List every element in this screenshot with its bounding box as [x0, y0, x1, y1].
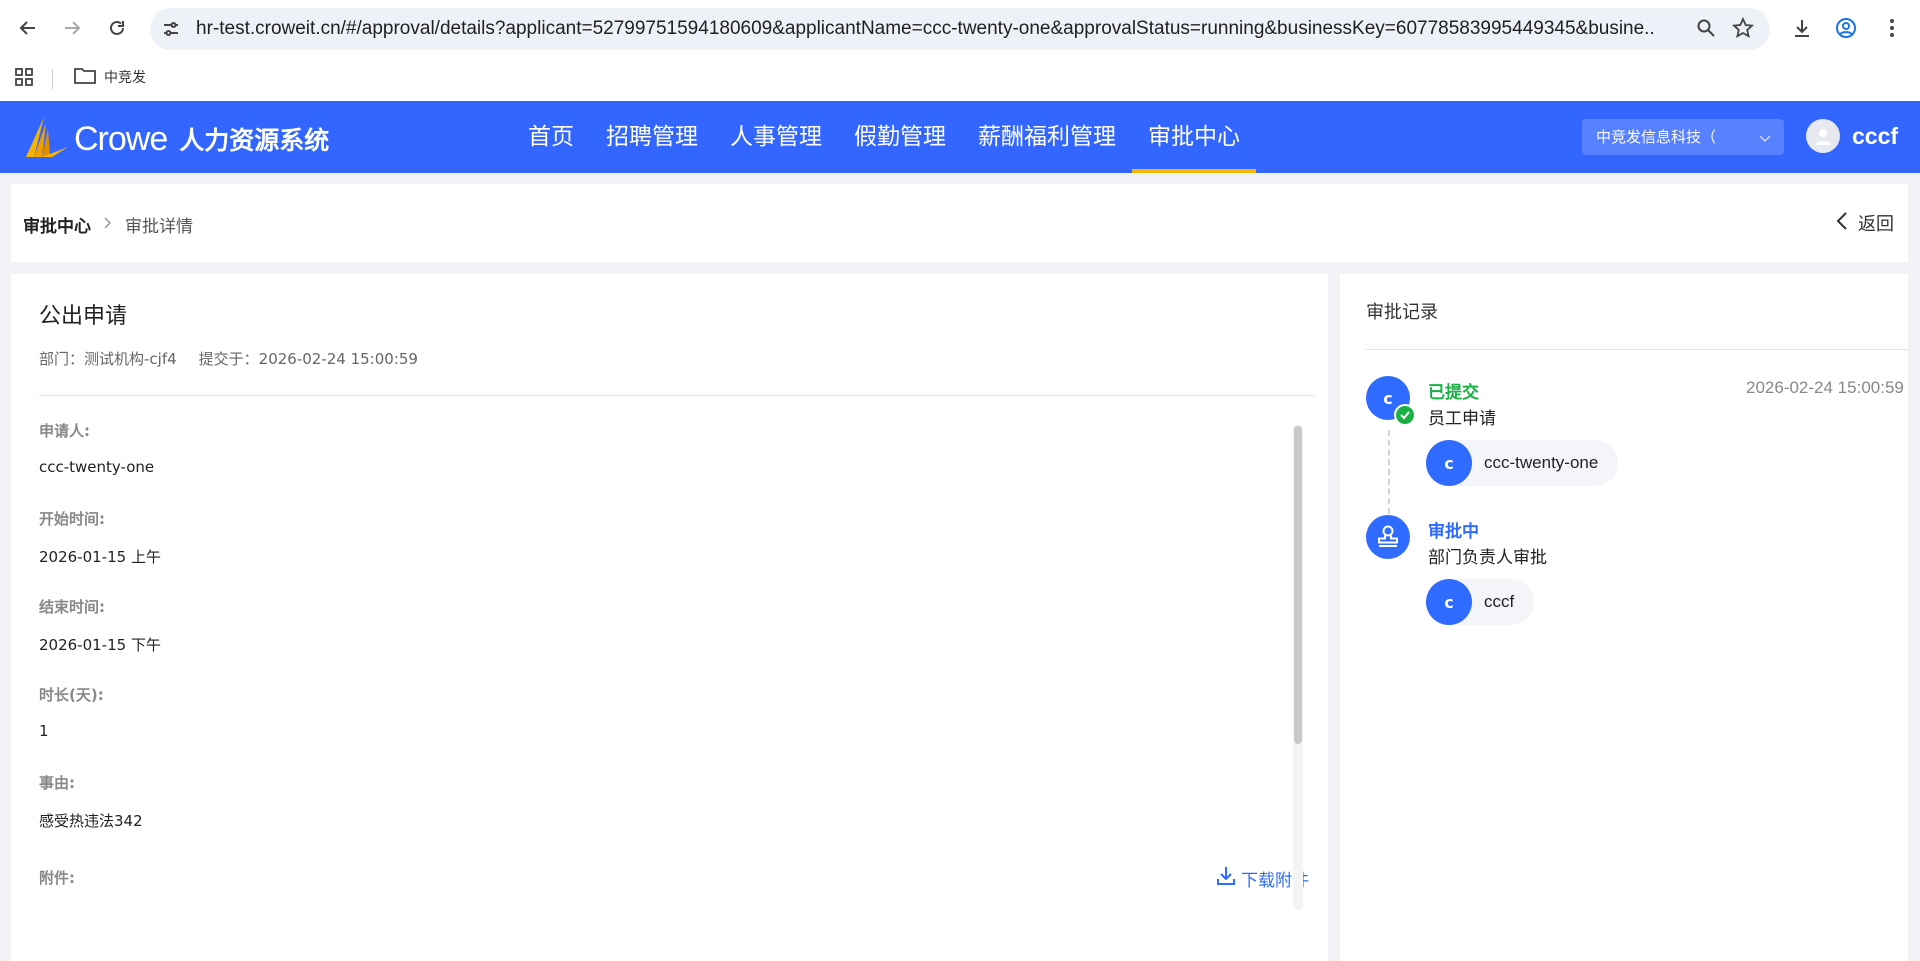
- nav-compensation[interactable]: 薪酬福利管理: [962, 101, 1132, 173]
- field-duration: 时长(天): 1: [39, 684, 1299, 772]
- department-text: 部门：测试机构-cjf4: [39, 350, 177, 368]
- reload-icon[interactable]: [101, 12, 133, 44]
- nav-approval-center[interactable]: 审批中心: [1132, 101, 1256, 173]
- browser-toolbar: hr-test.croweit.cn/#/approval/details?ap…: [0, 0, 1920, 56]
- approver-chip: c cccf: [1426, 579, 1535, 625]
- approval-step: 审批中 部门负责人审批 c cccf: [1366, 515, 1908, 625]
- field-label: 时长(天):: [39, 686, 104, 704]
- brand-name: Crowe: [74, 119, 168, 158]
- folder-icon: [74, 66, 96, 88]
- brand-logo[interactable]: Crowe 人力资源系统: [22, 115, 329, 163]
- breadcrumb-current: 审批详情: [125, 217, 193, 237]
- form-meta: 部门：测试机构-cjf4 提交于：2026-02-24 15:00:59: [39, 348, 418, 369]
- bookmarks-bar: 中竞发: [0, 56, 1920, 101]
- user-menu[interactable]: cccf: [1806, 119, 1898, 153]
- user-name: cccf: [1852, 122, 1899, 149]
- scrollbar-thumb[interactable]: [1294, 426, 1302, 744]
- breadcrumb: 审批中心 审批详情: [23, 212, 193, 237]
- field-label: 开始时间:: [39, 510, 105, 528]
- app-header: Crowe 人力资源系统 首页 招聘管理 人事管理 假勤管理 薪酬福利管理 审批…: [0, 101, 1920, 173]
- chevron-down-icon: [1758, 119, 1772, 155]
- field-value: 2026-01-15 下午: [39, 636, 161, 654]
- crowe-logo-icon: [22, 115, 70, 163]
- apps-grid-icon[interactable]: [14, 67, 34, 91]
- url-text: hr-test.croweit.cn/#/approval/details?ap…: [196, 18, 1656, 39]
- company-select[interactable]: 中竞发信息科技（: [1582, 119, 1784, 155]
- records-title: 审批记录: [1366, 302, 1438, 323]
- chevron-right-icon: [103, 215, 113, 235]
- form-fields: 申请人: ccc-twenty-one 开始时间: 2026-01-15 上午 …: [39, 420, 1299, 860]
- back-arrow-icon[interactable]: [12, 12, 44, 44]
- nav-home[interactable]: 首页: [512, 101, 590, 173]
- field-value: 1: [39, 722, 49, 740]
- application-detail-card: 公出申请 部门：测试机构-cjf4 提交于：2026-02-24 15:00:5…: [11, 274, 1328, 961]
- breadcrumb-bar: 审批中心 审批详情 返回: [11, 184, 1908, 262]
- back-button[interactable]: 返回: [1836, 210, 1894, 236]
- nav-personnel[interactable]: 人事管理: [714, 101, 838, 173]
- form-title: 公出申请: [39, 304, 128, 329]
- step-description: 员工申请: [1428, 409, 1496, 429]
- approver-name: cccf: [1484, 592, 1515, 611]
- divider: [39, 395, 1315, 396]
- field-applicant: 申请人: ccc-twenty-one: [39, 420, 1299, 508]
- company-select-value: 中竞发信息科技（: [1596, 128, 1717, 146]
- zoom-icon[interactable]: [1696, 18, 1716, 42]
- approver-name: ccc-twenty-one: [1484, 453, 1599, 472]
- check-icon: [1394, 404, 1416, 426]
- approver-avatar: c: [1426, 579, 1472, 625]
- bookmark-folder[interactable]: 中竞发: [74, 66, 146, 88]
- approval-step: c 已提交 员工申请 2026-02-24 15:00:59 c ccc-twe…: [1366, 376, 1908, 486]
- step-description: 部门负责人审批: [1428, 548, 1547, 568]
- user-avatar-icon: [1806, 119, 1840, 153]
- address-bar[interactable]: hr-test.croweit.cn/#/approval/details?ap…: [150, 8, 1770, 50]
- menu-kebab-icon[interactable]: [1876, 12, 1908, 44]
- site-settings-icon[interactable]: [160, 18, 182, 40]
- field-value: 2026-01-15 上午: [39, 548, 161, 566]
- step-status: 已提交: [1428, 383, 1479, 403]
- field-value: 感受热违法342: [39, 812, 143, 830]
- download-icon: [1215, 865, 1237, 892]
- breadcrumb-root[interactable]: 审批中心: [23, 212, 91, 237]
- bookmarks-divider: [52, 69, 53, 89]
- field-value: ccc-twenty-one: [39, 458, 155, 476]
- field-label: 申请人:: [39, 422, 90, 440]
- step-status: 审批中: [1428, 522, 1479, 542]
- profile-icon[interactable]: [1830, 12, 1862, 44]
- submitted-text: 提交于：2026-02-24 15:00:59: [198, 350, 418, 368]
- approval-records-card: 审批记录 c 已提交 员工申请 2026-02-24 15:00:59 c cc…: [1340, 274, 1908, 961]
- field-start-time: 开始时间: 2026-01-15 上午: [39, 508, 1299, 596]
- forward-arrow-icon[interactable]: [56, 12, 88, 44]
- download-icon[interactable]: [1786, 12, 1818, 44]
- field-end-time: 结束时间: 2026-01-15 下午: [39, 596, 1299, 684]
- field-reason: 事由: 感受热违法342: [39, 772, 1299, 860]
- back-label: 返回: [1858, 214, 1894, 235]
- field-label: 结束时间:: [39, 598, 105, 616]
- bookmark-star-icon[interactable]: [1731, 16, 1755, 43]
- divider: [1366, 349, 1908, 350]
- nav-recruitment[interactable]: 招聘管理: [590, 101, 714, 173]
- step-time: 2026-02-24 15:00:59: [1746, 378, 1904, 397]
- timeline-connector: [1388, 430, 1390, 514]
- field-label: 事由:: [39, 774, 75, 792]
- system-name: 人力资源系统: [179, 126, 330, 155]
- approver-chip: c ccc-twenty-one: [1426, 440, 1619, 486]
- approver-avatar: c: [1426, 440, 1472, 486]
- field-label: 附件:: [39, 869, 75, 887]
- chevron-left-icon: [1836, 211, 1848, 236]
- field-attachment: 附件: 下载附件: [39, 867, 1309, 891]
- nav-attendance[interactable]: 假勤管理: [838, 101, 962, 173]
- stamp-icon: [1366, 515, 1410, 559]
- bookmark-folder-label: 中竞发: [104, 70, 146, 86]
- main-nav: 首页 招聘管理 人事管理 假勤管理 薪酬福利管理 审批中心: [512, 101, 1256, 173]
